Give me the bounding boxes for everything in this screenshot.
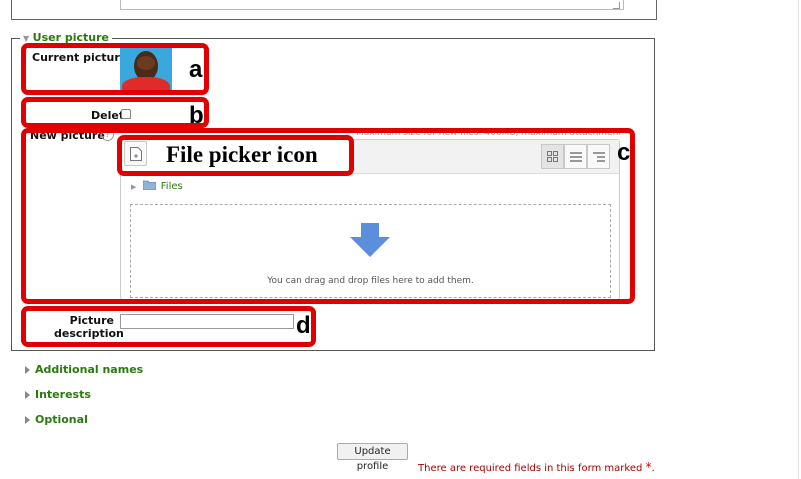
list-icon xyxy=(569,151,582,162)
previous-textarea[interactable] xyxy=(120,0,624,10)
file-picker-annotation-label: File picker icon xyxy=(166,142,318,167)
add-file-icon xyxy=(129,146,142,161)
grid-icon xyxy=(547,151,558,162)
tree-view-button[interactable] xyxy=(587,144,610,169)
new-picture-label: New picture xyxy=(30,129,105,142)
drop-hint-text: You can drag and drop files here to add … xyxy=(267,276,474,286)
path-bar[interactable]: ▶ Files xyxy=(131,180,183,193)
textarea-resize-grip-icon[interactable] xyxy=(613,2,620,9)
icon-view-button[interactable] xyxy=(541,144,564,169)
expand-arrow-icon xyxy=(25,366,30,374)
annotation-label-c: c xyxy=(617,139,631,166)
expand-arrow-icon xyxy=(25,391,30,399)
update-profile-button[interactable]: Update profile xyxy=(337,443,408,472)
section-label: Additional names xyxy=(35,363,144,376)
expand-arrow-icon xyxy=(25,416,30,424)
help-icon[interactable]: ? xyxy=(101,128,114,141)
section-additional-names[interactable]: Additional names xyxy=(25,363,143,376)
current-picture-label: Current picture xyxy=(32,51,128,64)
annotation-label-d: d xyxy=(296,312,311,339)
list-view-button[interactable] xyxy=(564,144,587,169)
path-expand-arrow-icon: ▶ xyxy=(131,183,137,191)
tree-icon xyxy=(592,151,605,162)
drop-zone[interactable]: You can drag and drop files here to add … xyxy=(130,204,611,298)
annotation-label-b: b xyxy=(189,102,204,129)
annotation-label-a: a xyxy=(189,56,203,83)
folder-icon xyxy=(142,180,156,191)
required-note-text: There are required fields in this form m… xyxy=(418,463,643,474)
section-label: Optional xyxy=(35,413,88,426)
picture-description-label-line2: description xyxy=(54,327,124,340)
collapse-arrow-icon: ▼ xyxy=(23,34,30,43)
fieldset-legend-label: User picture xyxy=(32,31,109,44)
view-buttons xyxy=(541,144,610,169)
picture-description-label: Picture description xyxy=(54,314,124,340)
picture-description-input[interactable] xyxy=(120,314,294,329)
section-label: Interests xyxy=(35,388,91,401)
picture-description-label-line1: Picture xyxy=(69,314,114,327)
page-right-border xyxy=(798,0,799,479)
fieldset-legend[interactable]: ▼ User picture xyxy=(20,31,112,46)
add-file-button[interactable] xyxy=(124,141,147,166)
section-optional[interactable]: Optional xyxy=(25,413,88,426)
delete-checkbox[interactable] xyxy=(121,109,131,119)
current-picture-avatar xyxy=(120,48,172,90)
required-fields-note: There are required fields in this form m… xyxy=(418,460,655,474)
folder-label: Files xyxy=(160,181,183,192)
section-interests[interactable]: Interests xyxy=(25,388,91,401)
drop-arrow-icon xyxy=(350,223,390,257)
